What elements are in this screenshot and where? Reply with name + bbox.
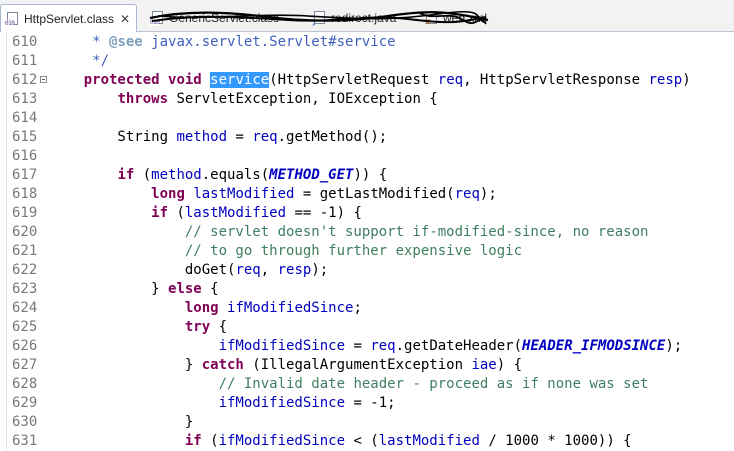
code-text: throws ServletException, IOException { [117,91,438,107]
code-text: long lastModified = getLastModified(req)… [151,186,497,202]
tab-genericservlet-class[interactable]: 010 GenericServlet.class [146,4,283,32]
line-number: 625 [12,319,38,335]
tab-httpservlet-class[interactable]: 010 HttpServlet.class ✕ [0,4,138,32]
code-line[interactable]: 629 ifModifiedSince = -1; [0,394,734,413]
line-number: 614 [12,110,38,126]
code-line[interactable]: 610 * @see javax.servlet.Servlet#service [0,33,734,52]
line-number: 620 [12,224,38,240]
code-text: // servlet doesn't support if-modified-s… [184,224,649,240]
line-number: 611 [12,53,38,69]
code-text: } else { [50,281,219,297]
code-line[interactable]: 618 long lastModified = getLastModified(… [0,185,734,204]
tab-label: GenericServlet.class [169,11,280,25]
code-text: long ifModifiedSince; [184,300,362,316]
line-number: 616 [12,148,38,164]
code-line[interactable]: 617 if (method.equals(METHOD_GET)) { [0,166,734,185]
line-number: 626 [12,338,38,354]
code-line[interactable]: 616 [0,147,734,166]
line-number: 617 [12,167,38,183]
fold-collapse-icon[interactable] [40,76,47,83]
code-text: ifModifiedSince = req.getDateHeader(HEAD… [218,338,683,354]
code-text: if (lastModified == -1) { [151,205,362,221]
tab-web-xml[interactable]: X web.xml [420,4,491,32]
code-text: */ [92,53,110,69]
close-tab-icon[interactable]: ✕ [120,12,130,26]
line-number: 628 [12,376,38,392]
tab-label: web.xml [443,11,488,25]
editor-tab-bar: 010 HttpServlet.class ✕ 010 GenericServl… [0,0,734,32]
line-number: 618 [12,186,38,202]
code-text: try { [184,319,228,335]
code-line[interactable]: 630 } [0,413,734,432]
code-line[interactable]: 612 protected void service(HttpServletRe… [0,71,734,90]
code-line[interactable]: 623 } else { [0,280,734,299]
line-number: 629 [12,395,38,411]
code-line[interactable]: 621 // to go through further expensive l… [0,242,734,261]
code-text: if (method.equals(METHOD_GET)) { [117,167,388,183]
class-file-icon: 010 [5,11,21,27]
code-text: * @see javax.servlet.Servlet#service [92,34,396,50]
code-text: protected void service(HttpServletReques… [83,72,691,88]
tab-label: HttpServlet.class [24,11,115,26]
tab-label: redirect.java [331,11,397,25]
line-number: 624 [12,300,38,316]
line-number: 621 [12,243,38,259]
code-line[interactable]: 624 long ifModifiedSince; [0,299,734,318]
code-line[interactable]: 626 ifModifiedSince = req.getDateHeader(… [0,337,734,356]
code-line[interactable]: 625 try { [0,318,734,337]
xml-file-icon: X [424,10,440,26]
code-text: // Invalid date header - proceed as if n… [218,376,649,392]
class-file-icon: 010 [150,10,166,26]
tab-redirect-java[interactable]: J redirect.java [308,4,400,32]
line-number: 613 [12,91,38,107]
line-number: 619 [12,205,38,221]
code-text: if (ifModifiedSince < (lastModified / 10… [184,433,632,449]
line-number: 623 [12,281,38,297]
code-text: } catch (IllegalArgumentException iae) { [50,357,523,373]
code-line[interactable]: 622 doGet(req, resp); [0,261,734,280]
code-text: doGet(req, resp); [50,262,329,278]
code-line[interactable]: 611 */ [0,52,734,71]
code-line[interactable]: 614 [0,109,734,128]
line-number: 610 [12,34,38,50]
code-line[interactable]: 615 String method = req.getMethod(); [0,128,734,147]
code-line[interactable]: 631 if (ifModifiedSince < (lastModified … [0,432,734,451]
line-number: 631 [12,433,38,449]
eclipse-editor-window: 010 HttpServlet.class ✕ 010 GenericServl… [0,0,734,451]
code-line[interactable]: 613 throws ServletException, IOException… [0,90,734,109]
code-line[interactable]: 620 // servlet doesn't support if-modifi… [0,223,734,242]
code-text: ifModifiedSince = -1; [218,395,396,411]
java-file-icon: J [312,10,328,26]
code-line[interactable]: 628 // Invalid date header - proceed as … [0,375,734,394]
code-line[interactable]: 619 if (lastModified == -1) { [0,204,734,223]
code-text: String method = req.getMethod(); [50,129,388,145]
line-number: 612 [12,72,38,88]
code-text: // to go through further expensive logic [184,243,523,259]
code-text: } [50,414,194,430]
line-number: 630 [12,414,38,430]
line-number: 627 [12,357,38,373]
line-number: 622 [12,262,38,278]
code-editor[interactable]: 610 * @see javax.servlet.Servlet#service… [0,32,734,451]
code-line[interactable]: 627 } catch (IllegalArgumentException ia… [0,356,734,375]
line-number: 615 [12,129,38,145]
